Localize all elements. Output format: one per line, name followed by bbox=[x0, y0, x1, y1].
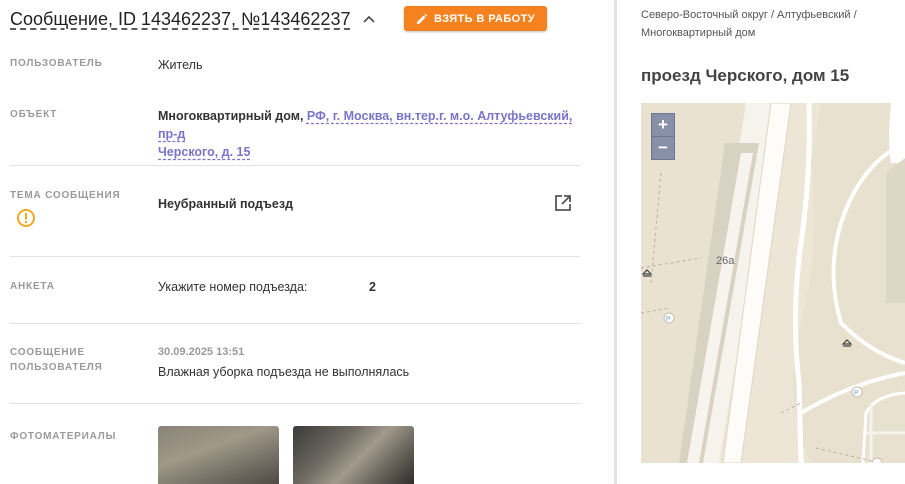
user-value: Житель bbox=[158, 58, 203, 72]
survey-question: Укажите номер подъезда: bbox=[158, 280, 308, 294]
photo-thumbnail[interactable] bbox=[158, 426, 279, 484]
survey-answer: 2 bbox=[369, 280, 376, 294]
divider bbox=[10, 256, 580, 257]
map-canvas: 26а P P bbox=[641, 103, 905, 463]
photos-label: ФОТОМАТЕРИАЛЫ bbox=[10, 431, 117, 442]
zoom-out-button[interactable]: − bbox=[651, 136, 675, 160]
warning-icon bbox=[17, 209, 35, 227]
breadcrumb-line2: Многоквартирный дом bbox=[641, 27, 756, 39]
pencil-icon bbox=[417, 13, 428, 24]
message-datetime: 30.09.2025 13:51 bbox=[158, 346, 245, 358]
message-text: Влажная уборка подъезда не выполнялась bbox=[158, 365, 410, 379]
message-label-line1: СООБЩЕНИЕ bbox=[10, 347, 85, 358]
chevron-up-icon[interactable] bbox=[362, 14, 376, 24]
divider bbox=[10, 403, 580, 404]
object-value: Многоквартирный дом, РФ, г. Москва, вн.т… bbox=[158, 107, 583, 161]
message-label: СООБЩЕНИЕ ПОЛЬЗОВАТЕЛЯ bbox=[10, 345, 103, 375]
message-label-line2: ПОЛЬЗОВАТЕЛЯ bbox=[10, 362, 103, 373]
object-label: ОБЪЕКТ bbox=[10, 109, 58, 120]
svg-text:P: P bbox=[666, 316, 671, 323]
breadcrumb: Северо-Восточный округ / Алтуфьевский / … bbox=[641, 6, 905, 42]
location-panel: Северо-Восточный округ / Алтуфьевский / … bbox=[617, 0, 905, 484]
message-details-panel: Сообщение, ID 143462237, №143462237 ВЗЯТ… bbox=[0, 0, 612, 484]
topic-value: Неубранный подъезд bbox=[158, 197, 294, 211]
divider bbox=[10, 323, 580, 324]
topic-label: ТЕМА СООБЩЕНИЯ bbox=[10, 190, 121, 201]
message-title[interactable]: Сообщение, ID 143462237, №143462237 bbox=[10, 9, 350, 30]
breadcrumb-line1: Северо-Восточный округ / Алтуфьевский / bbox=[641, 9, 857, 21]
object-type: Многоквартирный дом, bbox=[158, 109, 304, 123]
object-address-link-2[interactable]: Черского, д. 15 bbox=[158, 145, 250, 159]
user-label: ПОЛЬЗОВАТЕЛЬ bbox=[10, 58, 103, 69]
take-to-work-button[interactable]: ВЗЯТЬ В РАБОТУ bbox=[404, 6, 547, 31]
map[interactable]: 26а P P + − bbox=[641, 103, 905, 463]
address-title: проезд Черского, дом 15 bbox=[641, 66, 850, 85]
divider bbox=[10, 165, 580, 166]
photo-thumbnail[interactable] bbox=[293, 426, 414, 484]
zoom-in-button[interactable]: + bbox=[651, 113, 675, 137]
svg-text:P: P bbox=[854, 390, 859, 397]
external-link-icon[interactable] bbox=[553, 193, 573, 213]
map-label: 26а bbox=[716, 255, 735, 267]
take-to-work-label: ВЗЯТЬ В РАБОТУ bbox=[434, 12, 535, 25]
survey-label: АНКЕТА bbox=[10, 281, 55, 292]
